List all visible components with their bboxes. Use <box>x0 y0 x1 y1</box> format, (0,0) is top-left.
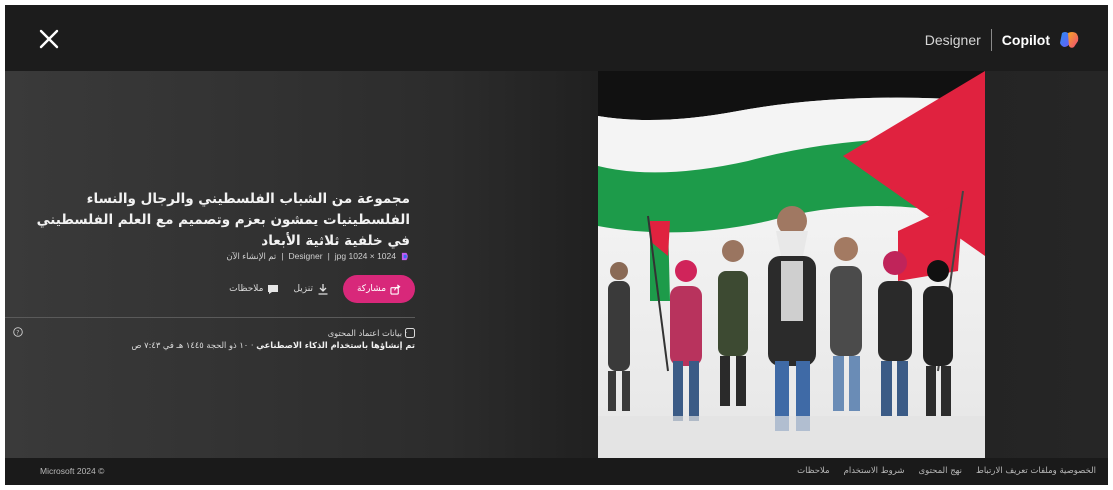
brand-separator <box>990 29 992 51</box>
feedback-label: ملاحظات <box>229 284 264 294</box>
credentials-heading[interactable]: بيانات اعتماد المحتوى <box>328 327 402 339</box>
main-area: مجموعة من الشباب الفلسطيني والرجال والنس… <box>5 71 1108 458</box>
credentials-detail: تم إنشاؤها باستخدام الذكاء الاصطناعي · ١… <box>95 339 415 351</box>
credentials-ai-text: تم إنشاؤها باستخدام الذكاء الاصطناعي <box>256 340 415 350</box>
image-created: تم الإنشاء الآن <box>226 250 277 261</box>
meta-separator: | <box>327 251 330 261</box>
help-icon[interactable]: ? <box>13 327 23 337</box>
copilot-label[interactable]: Copilot <box>1002 32 1050 48</box>
share-label: مشاركة <box>356 284 387 294</box>
download-icon <box>318 284 328 295</box>
copilot-logo-icon <box>1060 32 1079 48</box>
content-credentials: cr بيانات اعتماد المحتوى تم إنشاؤها باست… <box>95 327 415 351</box>
info-divider <box>5 317 415 318</box>
content-credentials-icon: cr <box>405 328 415 338</box>
comment-icon <box>268 285 279 294</box>
footer-link-content-policy[interactable]: نهج المحتوى <box>919 466 962 476</box>
designer-logo-icon <box>401 252 408 260</box>
image-info-panel: مجموعة من الشباب الفلسطيني والرجال والنس… <box>5 71 415 458</box>
credentials-date: · ١٠ ذو الحجة ١٤٤٥ هـ في ٧:٤٣ ص <box>131 340 257 350</box>
feedback-button[interactable]: ملاحظات <box>229 283 279 295</box>
image-app: Designer <box>288 251 323 261</box>
brand: Designer Copilot <box>925 27 1080 53</box>
share-button[interactable]: مشاركة <box>343 275 415 303</box>
designer-label[interactable]: Designer <box>925 32 981 48</box>
close-button[interactable] <box>35 25 63 53</box>
svg-text:cr: cr <box>405 331 408 338</box>
footer-link-feedback[interactable]: ملاحظات <box>797 466 829 476</box>
download-label: تنزيل <box>293 284 313 294</box>
generated-image-art <box>598 71 985 458</box>
share-icon <box>390 283 401 295</box>
generated-image[interactable] <box>598 71 985 458</box>
svg-text:?: ? <box>16 329 19 336</box>
image-format: jpg 1024 × 1024 <box>334 251 396 261</box>
footer-link-privacy[interactable]: الخصوصية وملفات تعريف الارتباط <box>976 466 1096 476</box>
footer-links: الخصوصية وملفات تعريف الارتباط نهج المحت… <box>797 466 1096 476</box>
meta-separator: | <box>281 251 284 261</box>
image-meta: jpg 1024 × 1024 | Designer | تم الإنشاء … <box>226 249 410 263</box>
header-bar: Designer Copilot <box>5 5 1108 71</box>
action-bar: مشاركة تنزيل ملاحظات <box>229 275 415 303</box>
image-title: مجموعة من الشباب الفلسطيني والرجال والنس… <box>36 191 410 249</box>
copyright: Microsoft 2024 © <box>40 466 105 476</box>
footer-link-terms[interactable]: شروط الاستخدام <box>844 466 905 476</box>
footer: Microsoft 2024 © الخصوصية وملفات تعريف ا… <box>5 458 1108 485</box>
download-button[interactable]: تنزيل <box>293 283 329 295</box>
image-viewer-overlay: Designer Copilot مجموعة من الشباب الفلسط <box>5 5 1108 485</box>
close-icon <box>39 29 59 49</box>
